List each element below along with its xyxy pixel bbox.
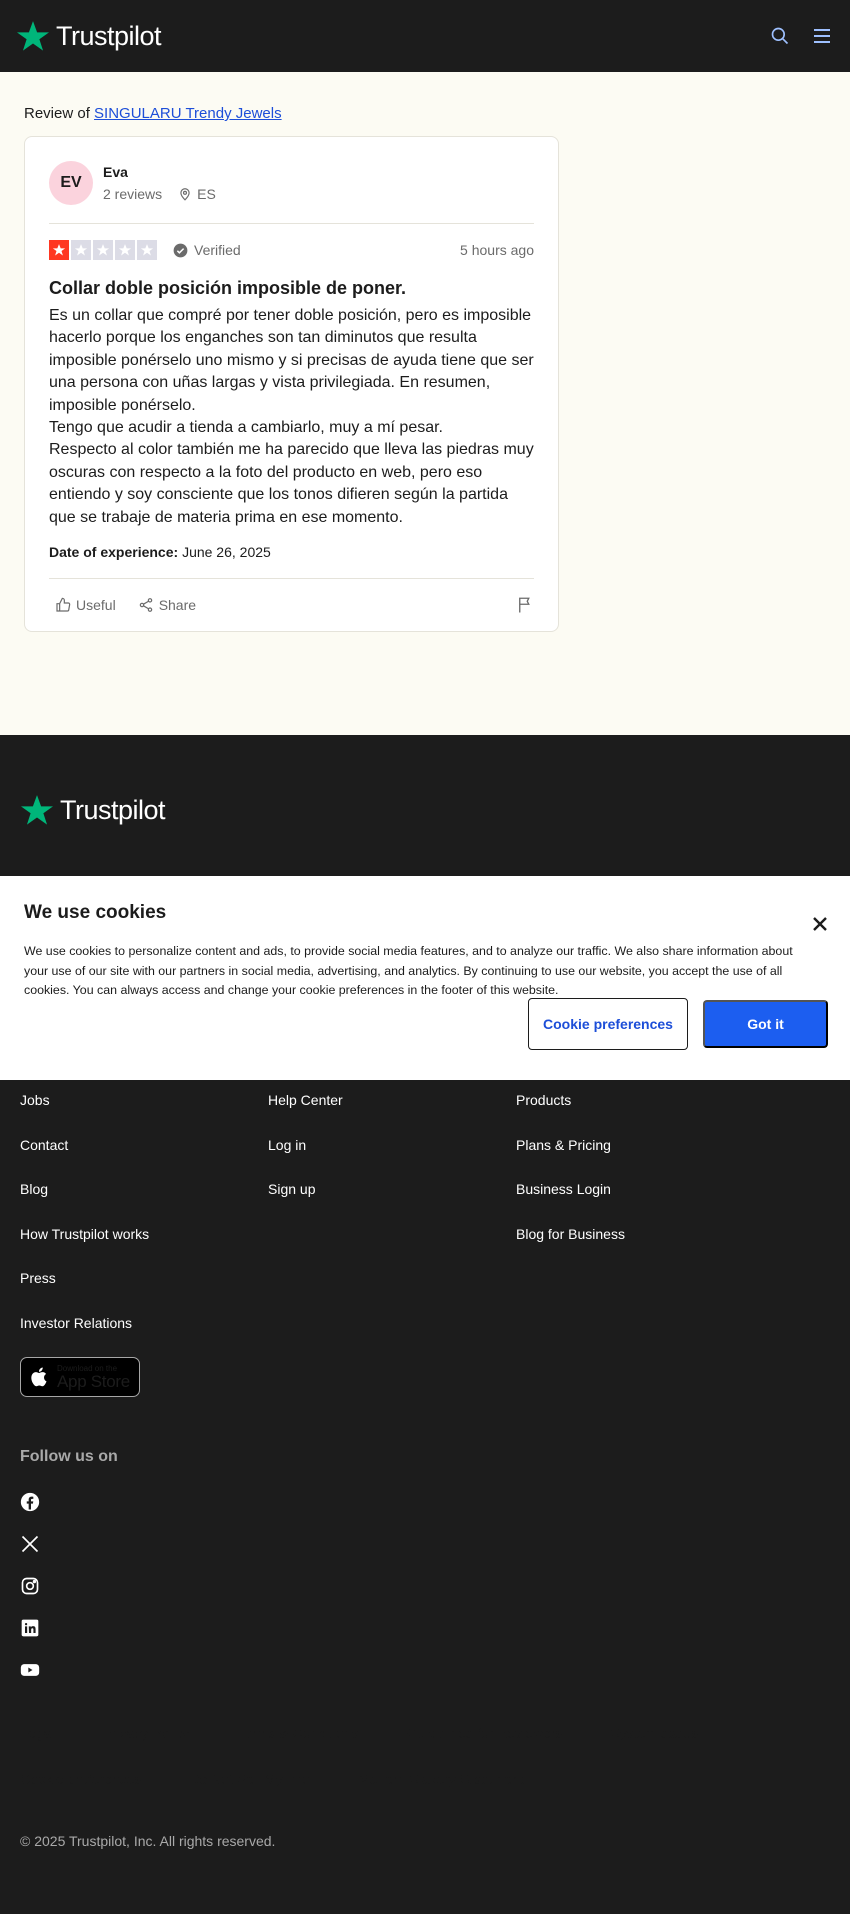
- review-card: EV Eva 2 reviews ES Verified 5 hours ago…: [24, 136, 559, 633]
- x-icon[interactable]: [20, 1534, 40, 1554]
- cookie-title: We use cookies: [24, 902, 167, 923]
- social-links: [20, 1492, 40, 1702]
- follow-us-title: Follow us on: [20, 1448, 118, 1465]
- reviews-count: 2 reviews: [103, 186, 163, 202]
- app-store-badge[interactable]: Download on the App Store: [20, 1357, 140, 1397]
- footer-trustpilot-logo[interactable]: Trustpilot: [20, 793, 166, 827]
- footer-link-how-it-works[interactable]: How Trustpilot works: [20, 1226, 149, 1271]
- footer-link-legal[interactable]: Legal: [20, 1725, 54, 1741]
- header-actions: [768, 24, 834, 48]
- flag-icon[interactable]: [516, 596, 534, 614]
- footer-link-privacy-policy[interactable]: Privacy Policy: [102, 1725, 189, 1741]
- main-content: Review of SINGULARU Trendy Jewels EV Eva…: [0, 72, 850, 735]
- review-time: 5 hours ago: [460, 242, 534, 258]
- apple-icon: [31, 1367, 47, 1387]
- reviewer-country: ES: [197, 186, 216, 202]
- footer-col-about: Jobs Contact Blog How Trustpilot works P…: [20, 1092, 149, 1360]
- share-icon: [139, 598, 152, 612]
- footer-star-logo-icon: [20, 795, 54, 825]
- trustpilot-logo[interactable]: Trustpilot: [16, 19, 162, 53]
- footer-col-community: Help Center Log in Sign up: [268, 1092, 343, 1226]
- reviewer-location: ES: [178, 186, 216, 202]
- youtube-icon[interactable]: [20, 1660, 40, 1680]
- footer-link-log-in[interactable]: Log in: [268, 1137, 343, 1182]
- review-of-line: Review of SINGULARU Trendy Jewels: [24, 105, 826, 122]
- share-label: Share: [158, 597, 197, 614]
- footer-link-do-not-sell[interactable]: Do Not Sell My Info: [189, 1771, 310, 1787]
- company-link[interactable]: SINGULARU Trendy Jewels: [94, 105, 282, 122]
- search-icon[interactable]: [768, 24, 792, 48]
- star-rating: [49, 240, 157, 260]
- review-body: Es un collar que compré por tener doble …: [49, 307, 534, 526]
- footer-link-system-status[interactable]: System status: [610, 1725, 698, 1741]
- star-icon: [93, 240, 113, 260]
- star-icon: [137, 240, 157, 260]
- star-icon: [49, 240, 69, 260]
- footer-link-investor-relations[interactable]: Investor Relations: [20, 1315, 149, 1360]
- useful-label: Useful: [76, 597, 116, 614]
- footer-link-press[interactable]: Press: [20, 1270, 149, 1315]
- footer-link-guidelines[interactable]: Guidelines for Reviewers: [407, 1725, 563, 1741]
- footer-link-products[interactable]: Products: [516, 1092, 625, 1137]
- close-icon[interactable]: [812, 916, 828, 932]
- cookie-banner: We use cookies We use cookies to persona…: [0, 876, 850, 1080]
- footer-link-contact[interactable]: Contact: [20, 1137, 149, 1182]
- instagram-icon[interactable]: [20, 1576, 40, 1596]
- footer-link-business-login[interactable]: Business Login: [516, 1181, 625, 1226]
- footer-link-blog-business[interactable]: Blog for Business: [516, 1226, 625, 1271]
- footer-link-modern-slavery[interactable]: Modern Slavery Statement: [358, 1771, 524, 1787]
- star-icon: [115, 240, 135, 260]
- star-logo-icon: [16, 21, 50, 51]
- avatar[interactable]: EV: [49, 161, 93, 205]
- verified-badge[interactable]: Verified: [173, 242, 241, 258]
- date-value: June 26, 2025: [182, 544, 271, 561]
- facebook-icon[interactable]: [20, 1492, 40, 1512]
- legal-links-row2: Cookie preferences Do Not Sell My Info M…: [20, 1771, 524, 1787]
- footer-col-business: Products Plans & Pricing Business Login …: [516, 1092, 625, 1270]
- share-button[interactable]: Share: [138, 597, 196, 613]
- date-of-experience: Date of experience: June 26, 2025: [49, 544, 534, 580]
- review-of-prefix: Review of: [24, 105, 90, 122]
- reviewer-name[interactable]: Eva: [103, 164, 216, 180]
- footer-link-jobs[interactable]: Jobs: [20, 1092, 149, 1137]
- verified-check-icon: [173, 243, 188, 257]
- app-store-big-text: App Store: [57, 1372, 130, 1391]
- reviewer-info: EV Eva 2 reviews ES: [49, 161, 534, 224]
- date-label: Date of experience:: [49, 544, 179, 561]
- footer-link-sign-up[interactable]: Sign up: [268, 1181, 343, 1226]
- legal-links-row1: Legal Privacy Policy Terms & Conditions …: [20, 1725, 698, 1741]
- brand-name: Trustpilot: [56, 20, 162, 51]
- footer-brand-name: Trustpilot: [60, 794, 166, 825]
- verified-label: Verified: [194, 242, 241, 258]
- site-header: Trustpilot: [0, 0, 850, 72]
- cookie-text: We use cookies to personalize content an…: [24, 944, 793, 997]
- linkedin-icon[interactable]: [20, 1618, 40, 1638]
- got-it-button[interactable]: Got it: [703, 1000, 828, 1048]
- star-icon: [71, 240, 91, 260]
- thumbs-up-icon: [56, 597, 71, 612]
- location-pin-icon: [180, 188, 190, 201]
- footer-link-plans-pricing[interactable]: Plans & Pricing: [516, 1137, 625, 1182]
- cookie-preferences-button[interactable]: Cookie preferences: [528, 998, 688, 1050]
- review-actions: Useful Share: [49, 579, 534, 631]
- useful-button[interactable]: Useful: [55, 597, 116, 613]
- footer-link-blog[interactable]: Blog: [20, 1181, 149, 1226]
- footer-link-help-center[interactable]: Help Center: [268, 1092, 343, 1137]
- review-title: Collar doble posición imposible de poner…: [49, 278, 407, 298]
- rating-row: Verified 5 hours ago: [49, 240, 534, 260]
- copyright: © 2025 Trustpilot, Inc. All rights reser…: [20, 1833, 276, 1849]
- footer-link-cookie-preferences[interactable]: Cookie preferences: [20, 1771, 141, 1787]
- menu-icon[interactable]: [810, 24, 834, 48]
- footer-link-terms[interactable]: Terms & Conditions: [237, 1725, 358, 1741]
